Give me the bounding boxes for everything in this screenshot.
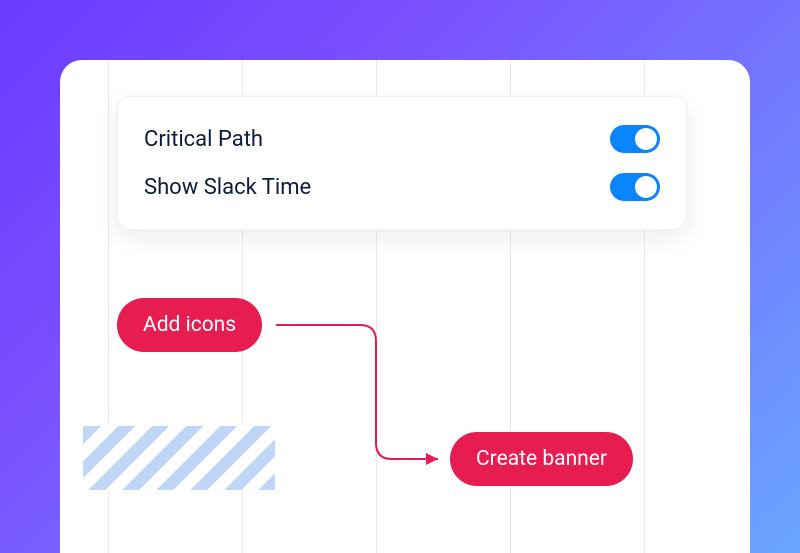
show-slack-toggle[interactable] xyxy=(610,173,660,201)
stage: Critical Path Show Slack Time Add icons … xyxy=(0,0,800,553)
slack-time-bar xyxy=(83,426,275,490)
toggle-row-critical-path: Critical Path xyxy=(142,115,662,163)
toggle-label: Critical Path xyxy=(144,127,263,152)
gantt-card: Critical Path Show Slack Time Add icons … xyxy=(60,60,750,553)
task-label: Add icons xyxy=(143,313,236,337)
task-create-banner[interactable]: Create banner xyxy=(450,432,633,486)
task-label: Create banner xyxy=(476,447,607,471)
toggle-label: Show Slack Time xyxy=(144,175,311,200)
task-add-icons[interactable]: Add icons xyxy=(117,298,262,352)
toggle-knob xyxy=(635,128,657,150)
toggle-row-show-slack: Show Slack Time xyxy=(142,163,662,211)
toggle-knob xyxy=(635,176,657,198)
toggle-panel: Critical Path Show Slack Time xyxy=(117,96,687,230)
critical-path-toggle[interactable] xyxy=(610,125,660,153)
